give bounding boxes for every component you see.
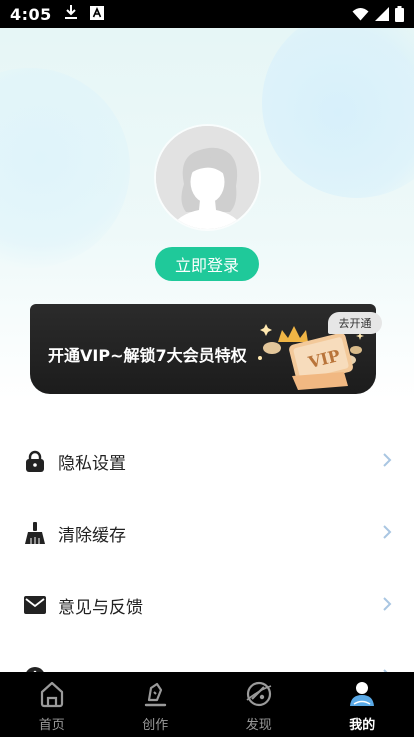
vip-banner[interactable]: 开通VIP~解锁7大会员特权 VIP 去开通 <box>30 304 382 394</box>
wifi-icon <box>352 7 369 21</box>
login-button[interactable]: 立即登录 <box>155 247 259 281</box>
menu-item-label: 隐私设置 <box>58 453 126 474</box>
menu-item-feedback[interactable]: 意见与反馈 <box>0 569 414 641</box>
download-icon <box>64 4 78 24</box>
nav-label: 发现 <box>245 718 272 733</box>
profile-icon <box>348 680 376 712</box>
nav-item-create[interactable]: 创作 <box>104 672 208 737</box>
battery-icon <box>395 6 404 22</box>
menu-item-privacy[interactable]: 隐私设置 <box>0 425 414 497</box>
chevron-right-icon <box>382 452 392 472</box>
nav-item-profile[interactable]: 我的 <box>311 672 414 737</box>
broom-icon <box>24 522 46 544</box>
vip-banner-text: 开通VIP~解锁7大会员特权 <box>48 346 247 365</box>
keyboard-a-icon <box>89 5 104 24</box>
default-avatar-icon[interactable] <box>156 126 259 229</box>
lock-icon <box>24 450 46 472</box>
home-icon <box>38 680 66 712</box>
decor-bubble-left <box>0 68 130 268</box>
nav-label: 首页 <box>38 718 65 733</box>
nav-label: 我的 <box>349 718 376 733</box>
vip-open-button[interactable]: 去开通 <box>328 312 382 334</box>
nav-label: 创作 <box>142 718 169 733</box>
menu-item-clear-cache[interactable]: 清除缓存 <box>0 497 414 569</box>
status-time: 4:05 <box>10 4 52 24</box>
mail-icon <box>24 594 46 616</box>
menu-item-label: 清除缓存 <box>58 525 126 546</box>
discover-icon <box>245 680 273 712</box>
menu-item-label: 意见与反馈 <box>58 597 143 618</box>
decor-bubble-right <box>262 28 414 198</box>
nav-item-home[interactable]: 首页 <box>0 672 104 737</box>
chevron-right-icon <box>382 596 392 616</box>
pen-icon <box>141 680 169 712</box>
settings-menu: 隐私设置 清除缓存 意见与反馈 <box>0 425 414 713</box>
bottom-nav: 首页 创作 发现 我的 <box>0 672 414 737</box>
chevron-right-icon <box>382 524 392 544</box>
status-bar: 4:05 <box>0 0 414 28</box>
signal-icon <box>375 7 389 21</box>
nav-item-discover[interactable]: 发现 <box>207 672 311 737</box>
